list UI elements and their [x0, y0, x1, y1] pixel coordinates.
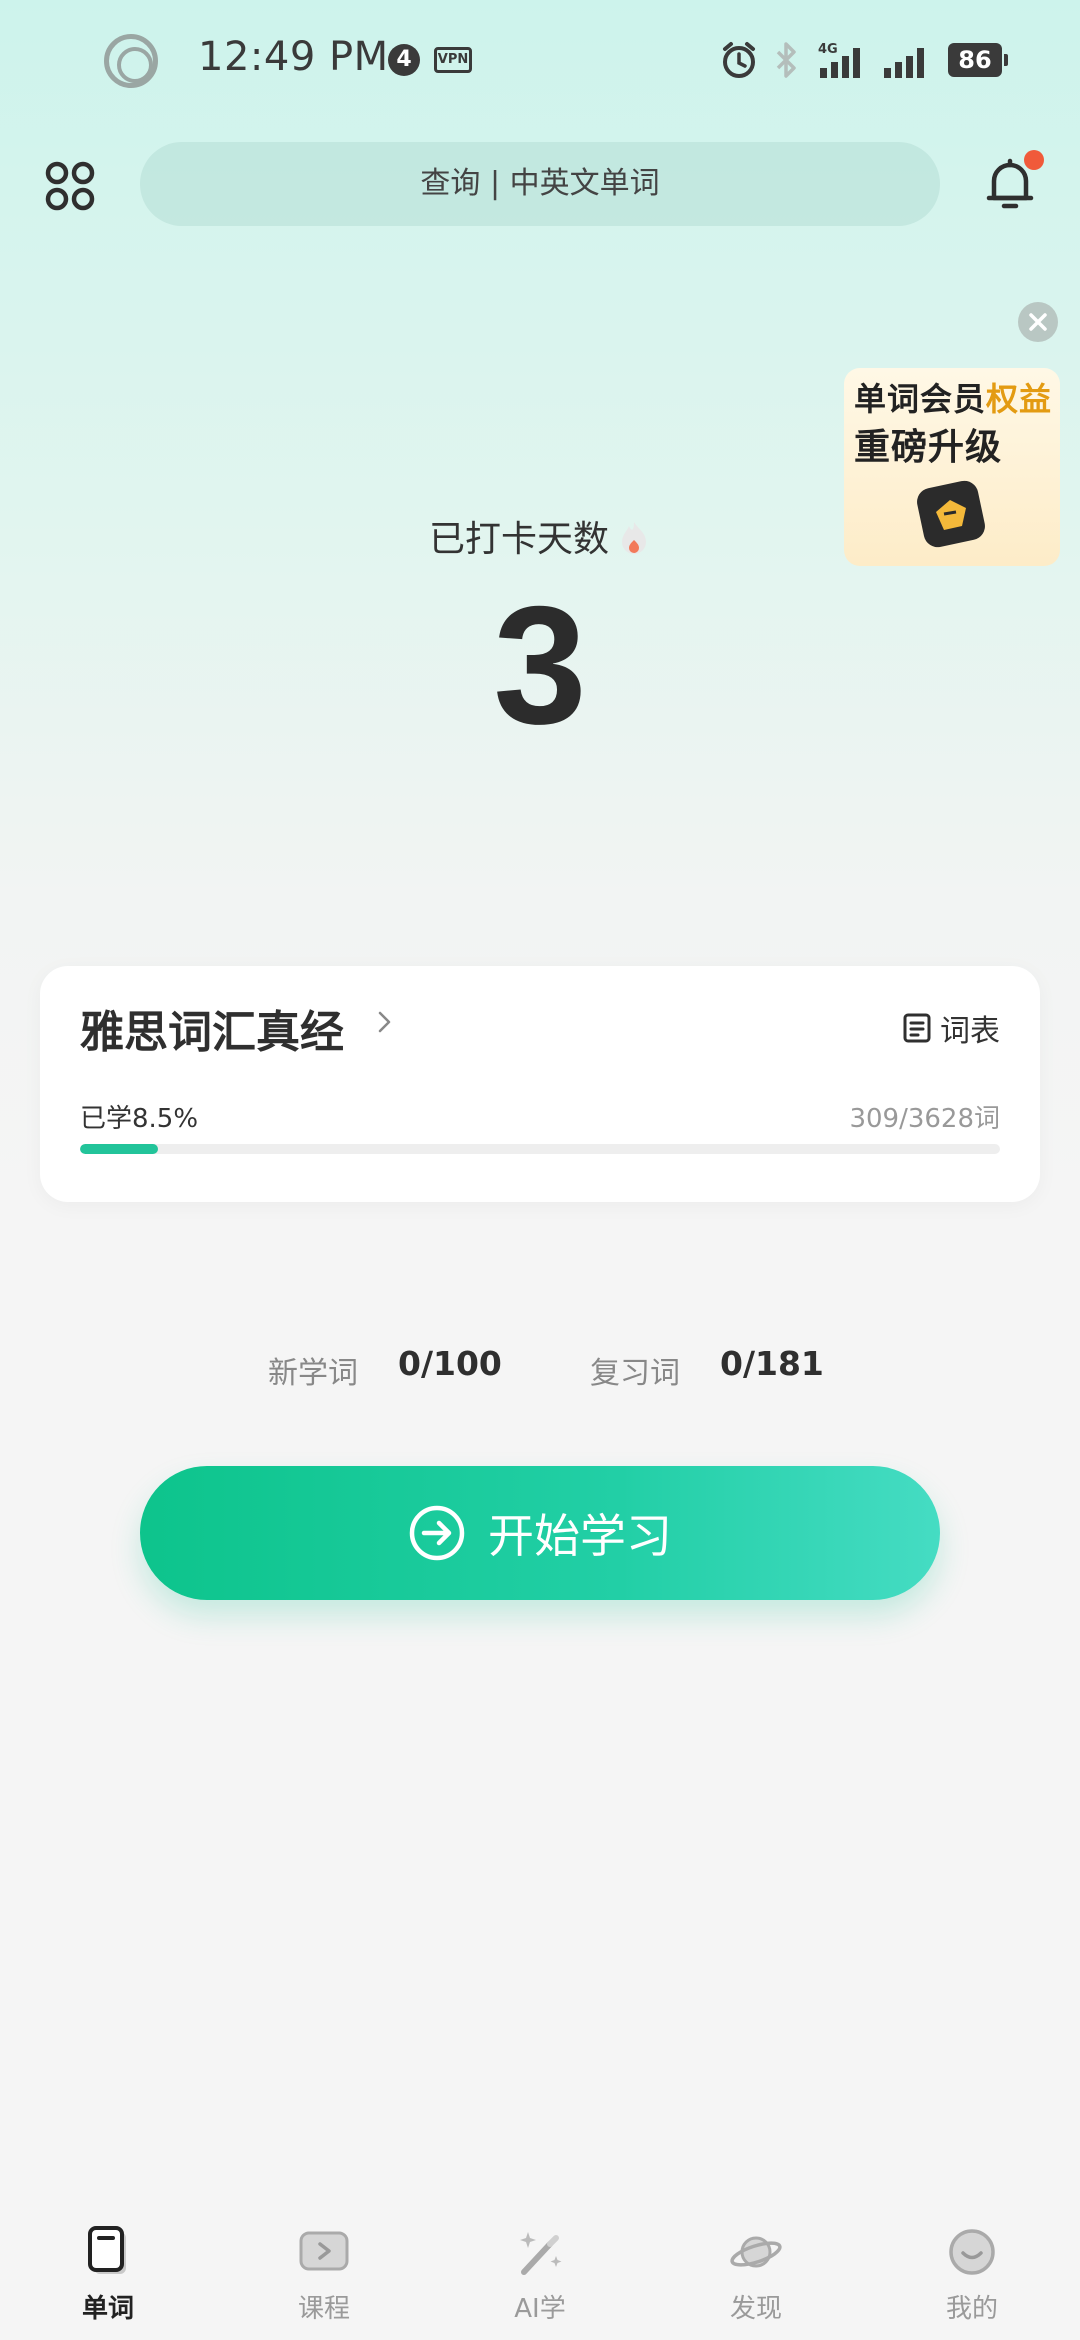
smiley-icon: [949, 2229, 995, 2275]
nav-label: 课程: [297, 2294, 350, 2324]
book-title[interactable]: 雅思词汇真经: [80, 996, 344, 1060]
bottom-nav: 单词 课程 AI学 发现 我的: [0, 2200, 1080, 2340]
review-words-label: 复习词: [590, 1356, 680, 1391]
arrow-circle-right-icon: [409, 1505, 465, 1561]
nav-item-profile[interactable]: 我的: [864, 2200, 1080, 2340]
wordlist-label: 词表: [940, 1014, 1000, 1049]
new-words-label: 新学词: [268, 1356, 358, 1391]
notification-count-badge: 4: [388, 44, 420, 76]
nav-item-words[interactable]: 单词: [0, 2200, 216, 2340]
nav-label: 单词: [81, 2294, 134, 2324]
apps-grid-icon[interactable]: [44, 160, 96, 212]
flame-icon: [622, 521, 646, 554]
nav-item-discover[interactable]: 发现: [648, 2200, 864, 2340]
book-card[interactable]: 雅思词汇真经 词表 已学8.5% 309/3628词: [40, 966, 1040, 1202]
daily-stats: 新学词 0/100 复习词 0/181: [0, 1342, 1080, 1392]
progress-bar: [80, 1144, 1000, 1154]
progress-percent: 已学8.5%: [80, 1104, 199, 1134]
vpn-icon: VPN: [434, 47, 472, 73]
planet-icon: [730, 2236, 782, 2268]
start-learning-label: 开始学习: [488, 1509, 672, 1563]
progress-count: 309/3628词: [849, 1104, 1000, 1134]
start-learning-button[interactable]: 开始学习: [140, 1466, 940, 1600]
nav-label: 我的: [945, 2294, 998, 2324]
signal-4g-icon: 4G: [818, 42, 860, 78]
review-words-value: 0/181: [720, 1344, 824, 1383]
chevron-right-icon: [378, 1011, 391, 1033]
battery-icon: 86: [948, 43, 1008, 77]
close-icon: [1029, 313, 1047, 331]
play-box-icon: [299, 2231, 349, 2271]
magic-wand-icon: [520, 2232, 562, 2275]
wordlist-button[interactable]: 词表: [902, 1006, 1000, 1050]
promo-close-button[interactable]: [1018, 302, 1058, 342]
nav-label: 发现: [729, 2294, 782, 2324]
checkin-days-count: 3: [493, 571, 587, 759]
status-time: 12:49 PM: [198, 34, 389, 80]
checkin-label: 已打卡天数: [0, 510, 1080, 565]
nav-item-courses[interactable]: 课程: [216, 2200, 432, 2340]
alarm-icon: [723, 42, 755, 78]
screen-record-icon: [104, 34, 158, 88]
new-words-value: 0/100: [398, 1344, 502, 1383]
promo-title: 单词会员权益: [854, 380, 1053, 418]
status-right-group: 4G 86: [720, 34, 1008, 86]
notification-dot: [1024, 150, 1044, 170]
signal-2-icon: [884, 48, 924, 78]
nav-item-ai-learn[interactable]: AI学: [432, 2200, 648, 2340]
progress-fill: [80, 1144, 159, 1154]
search-input[interactable]: 查询 | 中英文单词: [140, 142, 940, 226]
word-card-icon: [88, 2226, 126, 2274]
bluetooth-icon: [776, 42, 796, 78]
status-bar: 12:49 PM 4 VPN 4G 86: [0, 0, 1080, 120]
svg-text:4G: 4G: [818, 42, 838, 57]
nav-label: AI学: [514, 2294, 566, 2324]
list-doc-icon: [903, 1013, 931, 1043]
promo-subtitle: 重磅升级: [854, 427, 1003, 468]
